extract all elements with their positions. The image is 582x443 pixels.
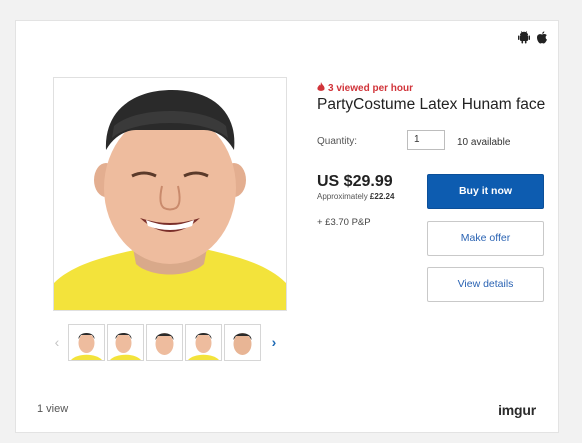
product-main-image[interactable]	[53, 77, 287, 311]
thumbnail[interactable]	[185, 323, 222, 361]
chevron-right-icon[interactable]: ›	[267, 322, 281, 362]
view-count: 1 view	[37, 403, 69, 415]
apple-icon[interactable]	[536, 31, 548, 44]
quantity-input[interactable]: 1	[407, 130, 445, 150]
thumbnail-list	[68, 323, 263, 361]
listing-card: ‹ › 3 viewed per hour PartyCostume Latex…	[15, 20, 559, 433]
quantity-label: Quantity:	[317, 136, 358, 147]
buy-it-now-button[interactable]: Buy it now	[427, 174, 544, 209]
approx-price: Approximately £22.24	[317, 192, 394, 201]
postage: + £3.70 P&P	[317, 217, 371, 228]
product-photo-mask	[54, 78, 286, 310]
price: US $29.99	[317, 173, 393, 190]
thumbnail[interactable]	[224, 323, 261, 361]
thumbnail[interactable]	[107, 323, 144, 361]
thumbnail[interactable]	[146, 323, 183, 361]
flame-icon	[317, 82, 325, 95]
viewed-text: 3 viewed per hour	[328, 83, 414, 94]
approx-value: £22.24	[369, 192, 395, 201]
android-icon[interactable]	[518, 31, 530, 44]
imgur-logo[interactable]: imgur	[498, 402, 536, 418]
platform-icons	[518, 31, 548, 44]
approx-prefix: Approximately	[317, 192, 368, 201]
make-offer-button[interactable]: Make offer	[427, 221, 544, 256]
listing-title: PartyCostume Latex Hunam face	[317, 96, 546, 113]
thumbnail-strip: ‹ ›	[50, 322, 281, 362]
available-count: 10 available	[457, 137, 511, 148]
thumbnail[interactable]	[68, 323, 105, 361]
chevron-left-icon[interactable]: ‹	[50, 322, 64, 362]
view-details-button[interactable]: View details	[427, 267, 544, 302]
viewed-per-hour-badge: 3 viewed per hour	[317, 82, 413, 95]
